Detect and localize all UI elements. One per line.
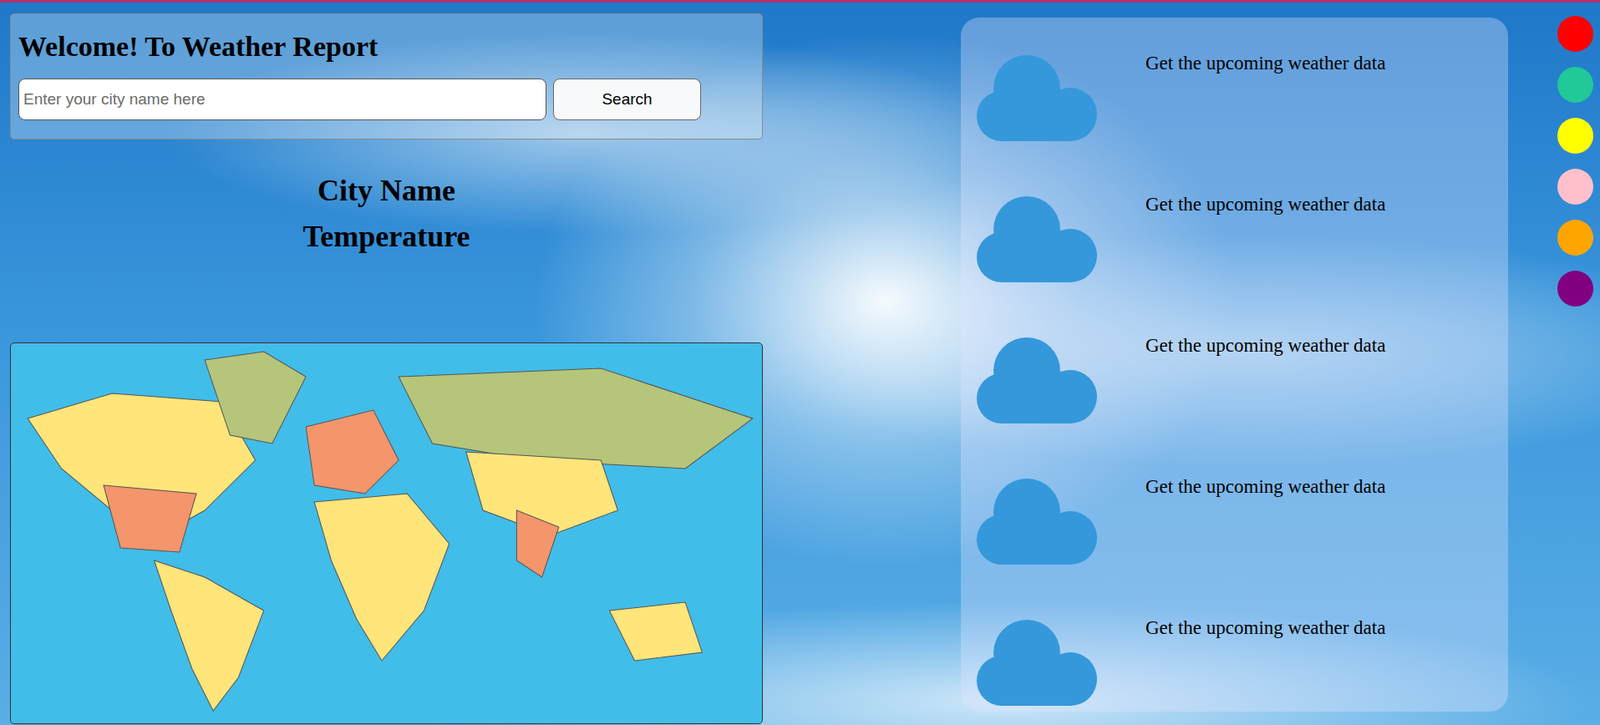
forecast-text: Get the upcoming weather data [1145, 475, 1386, 499]
forecast-row: Get the upcoming weather data [976, 193, 1493, 283]
theme-dot[interactable] [1557, 15, 1594, 52]
page-title: Welcome! To Weather Report [18, 30, 756, 62]
forecast-row: Get the upcoming weather data [976, 51, 1493, 142]
header-panel: Welcome! To Weather Report Search [10, 13, 763, 140]
forecast-text: Get the upcoming weather data [1145, 616, 1386, 640]
search-button[interactable]: Search [553, 78, 701, 121]
search-bar: Search [18, 78, 756, 121]
forecast-row: Get the upcoming weather data [976, 334, 1493, 424]
theme-dot[interactable] [1557, 66, 1594, 103]
theme-picker [1557, 15, 1594, 307]
theme-dot[interactable] [1557, 117, 1594, 154]
world-map [10, 342, 763, 725]
city-name: City Name [10, 167, 763, 214]
main-column: Welcome! To Weather Report Search City Nam… [10, 13, 763, 725]
current-weather: City NameTemperature [10, 167, 763, 260]
city-input[interactable] [18, 78, 547, 121]
cloud-icon [976, 616, 1098, 707]
forecast-panel: Get the upcoming weather data Get the upc… [960, 17, 1509, 712]
theme-dot[interactable] [1557, 270, 1594, 307]
cloud-icon [976, 334, 1098, 424]
forecast-text: Get the upcoming weather data [1145, 51, 1386, 76]
theme-dot[interactable] [1557, 219, 1594, 256]
theme-dot[interactable] [1557, 168, 1594, 205]
forecast-row: Get the upcoming weather data [976, 475, 1493, 565]
cloud-icon [976, 51, 1098, 142]
temperature: Temperature [10, 213, 763, 260]
cloud-icon [976, 193, 1098, 283]
forecast-text: Get the upcoming weather data [1145, 334, 1386, 358]
cloud-icon [976, 475, 1098, 565]
forecast-text: Get the upcoming weather data [1145, 193, 1386, 217]
forecast-row: Get the upcoming weather data [976, 616, 1493, 707]
